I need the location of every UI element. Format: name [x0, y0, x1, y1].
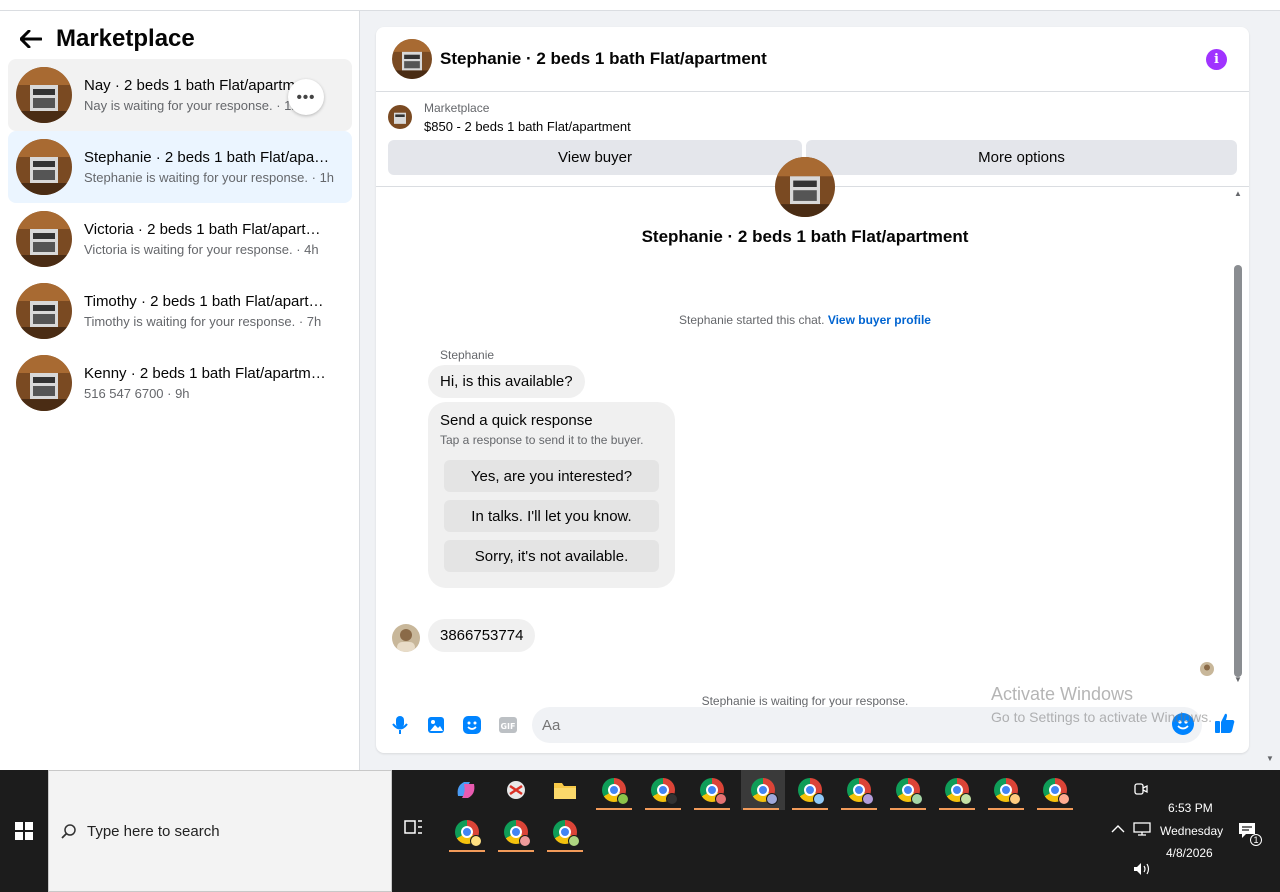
thumbs-up-icon[interactable]	[1213, 711, 1237, 735]
message-composer: GIF	[376, 703, 1249, 747]
more-actions-button[interactable]: •••	[288, 79, 324, 115]
conversation-status: Stephanie is waiting for your response. …	[84, 170, 334, 185]
conversation-name: Timothy · 2 beds 1 bath Flat/apart…	[84, 293, 324, 310]
clock-time[interactable]: 6:53 PM	[1168, 801, 1213, 815]
chrome-profile-2-icon[interactable]	[643, 770, 683, 810]
chrome-profile-10-icon[interactable]	[1035, 770, 1075, 810]
notification-count-badge: 1	[1250, 834, 1262, 846]
quick-response-title: Send a quick response	[440, 412, 593, 429]
sticker-icon[interactable]	[460, 713, 484, 737]
quick-response-subtitle: Tap a response to send it to the buyer.	[440, 433, 644, 447]
windows-taskbar: Type here to search 6:53 PM Wednesday 4/…	[0, 770, 1280, 892]
chrome-profile-3-icon[interactable]	[692, 770, 732, 810]
conversation-name: Victoria · 2 beds 1 bath Flat/apart…	[84, 221, 321, 238]
conversation-name: Kenny · 2 beds 1 bath Flat/apartm…	[84, 365, 326, 382]
chat-started-text: Stephanie started this chat.	[679, 313, 825, 327]
conversation-status: Victoria is waiting for your response. ·…	[84, 242, 319, 257]
chat-title[interactable]: Stephanie · 2 beds 1 bath Flat/apartment	[440, 49, 767, 69]
conversation-list-panel: Marketplace Nay · 2 beds 1 bath Flat/apa…	[0, 11, 360, 770]
listing-price: $850 - 2 beds 1 bath Flat/apartment	[424, 118, 631, 134]
scroll-up-arrow[interactable]: ▲	[1234, 189, 1242, 198]
buyer-listing-image	[775, 157, 835, 217]
conversation-item-stephanie[interactable]: Stephanie · 2 beds 1 bath Flat/apar… Ste…	[8, 131, 352, 203]
more-options-button[interactable]: More options	[806, 140, 1237, 175]
top-bar	[0, 0, 1280, 11]
listing-thumbnail	[16, 355, 72, 411]
seen-avatar	[1200, 662, 1214, 676]
listing-thumbnail	[16, 67, 72, 123]
message-input-container	[532, 707, 1202, 743]
svg-text:GIF: GIF	[500, 722, 515, 731]
meet-now-icon[interactable]	[1134, 782, 1148, 799]
message-bubble: 3866753774	[428, 619, 536, 652]
conversation-item-victoria[interactable]: Victoria · 2 beds 1 bath Flat/apart… Vic…	[8, 203, 352, 275]
view-buyer-button[interactable]: View buyer	[388, 140, 802, 175]
conversation-name: Stephanie · 2 beds 1 bath Flat/apar…	[84, 149, 334, 166]
chat-panel: Stephanie · 2 beds 1 bath Flat/apartment…	[376, 27, 1249, 753]
chat-header: Stephanie · 2 beds 1 bath Flat/apartment…	[376, 27, 1249, 92]
chrome-profile-7-icon[interactable]	[888, 770, 928, 810]
chrome-profile-6-icon[interactable]	[839, 770, 879, 810]
photo-icon[interactable]	[424, 713, 448, 737]
chrome-profile-9-icon[interactable]	[986, 770, 1026, 810]
gif-icon[interactable]: GIF	[496, 713, 520, 737]
listing-thumbnail	[16, 283, 72, 339]
volume-icon[interactable]	[1133, 862, 1151, 879]
info-icon[interactable]: i	[1206, 49, 1227, 70]
network-icon[interactable]	[1133, 822, 1151, 839]
listing-thumbnail	[388, 105, 412, 129]
quick-response-not-available[interactable]: Sorry, it's not available.	[444, 540, 659, 572]
view-buyer-profile-link[interactable]: View buyer profile	[828, 313, 931, 327]
chevron-up-icon[interactable]	[1111, 823, 1125, 837]
quick-response-in-talks[interactable]: In talks. I'll let you know.	[444, 500, 659, 532]
search-placeholder: Type here to search	[87, 822, 220, 840]
chrome-profile-8-icon[interactable]	[937, 770, 977, 810]
chrome-profile-4-icon[interactable]	[741, 770, 785, 810]
chat-started-note: Stephanie started this chat. View buyer …	[376, 313, 1234, 327]
listing-thumbnail	[16, 139, 72, 195]
thread-title: Stephanie · 2 beds 1 bath Flat/apartment	[641, 227, 969, 246]
page-scroll-down-arrow[interactable]: ▼	[1266, 754, 1274, 763]
conversation-item-nay[interactable]: Nay · 2 beds 1 bath Flat/apartm… Nay is …	[8, 59, 352, 131]
conversation-item-kenny[interactable]: Kenny · 2 beds 1 bath Flat/apartm… 516 5…	[8, 347, 352, 419]
thread-scrollbar[interactable]: ▲ ▼	[1233, 187, 1243, 684]
back-arrow-icon[interactable]	[18, 26, 44, 52]
chrome-profile-5-icon[interactable]	[790, 770, 830, 810]
chat-thumbnail[interactable]	[392, 39, 432, 79]
task-view-icon[interactable]	[404, 818, 428, 842]
clock-date[interactable]: 4/8/2026	[1166, 846, 1213, 860]
message-thread: Stephanie · 2 beds 1 bath Flat/apartment…	[376, 157, 1249, 708]
quick-response-yes[interactable]: Yes, are you interested?	[444, 460, 659, 492]
snipping-tool-icon[interactable]	[496, 770, 536, 810]
emoji-icon[interactable]	[1172, 713, 1194, 735]
chrome-profile-11-icon[interactable]	[447, 812, 487, 852]
chrome-profile-13-icon[interactable]	[545, 812, 585, 852]
page-title: Marketplace	[56, 25, 195, 52]
windows-start-button[interactable]	[0, 770, 48, 892]
listing-summary[interactable]: Marketplace $850 - 2 beds 1 bath Flat/ap…	[376, 92, 1249, 134]
quick-response-card: Send a quick response Tap a response to …	[428, 402, 675, 588]
listing-thumbnail	[16, 211, 72, 267]
message-input[interactable]	[532, 707, 1132, 743]
taskbar-search[interactable]: Type here to search	[48, 770, 392, 892]
sender-name: Stephanie	[440, 348, 495, 362]
clock-day[interactable]: Wednesday	[1160, 824, 1223, 838]
scroll-thumb[interactable]	[1234, 265, 1242, 677]
copilot-icon[interactable]	[446, 770, 486, 810]
message-bubble: Hi, is this available?	[428, 365, 585, 398]
microphone-icon[interactable]	[388, 713, 412, 737]
search-icon	[61, 823, 77, 839]
conversation-item-timothy[interactable]: Timothy · 2 beds 1 bath Flat/apart… Timo…	[8, 275, 352, 347]
conversation-status: Timothy is waiting for your response. · …	[84, 314, 322, 329]
conversation-status: 516 547 6700 · 9h	[84, 386, 190, 401]
scroll-down-arrow[interactable]: ▼	[1234, 675, 1242, 684]
chrome-profile-1-icon[interactable]	[594, 770, 634, 810]
listing-label: Marketplace	[424, 100, 490, 115]
buyer-avatar[interactable]	[392, 624, 420, 652]
chrome-profile-12-icon[interactable]	[496, 812, 536, 852]
file-explorer-icon[interactable]	[545, 770, 585, 810]
